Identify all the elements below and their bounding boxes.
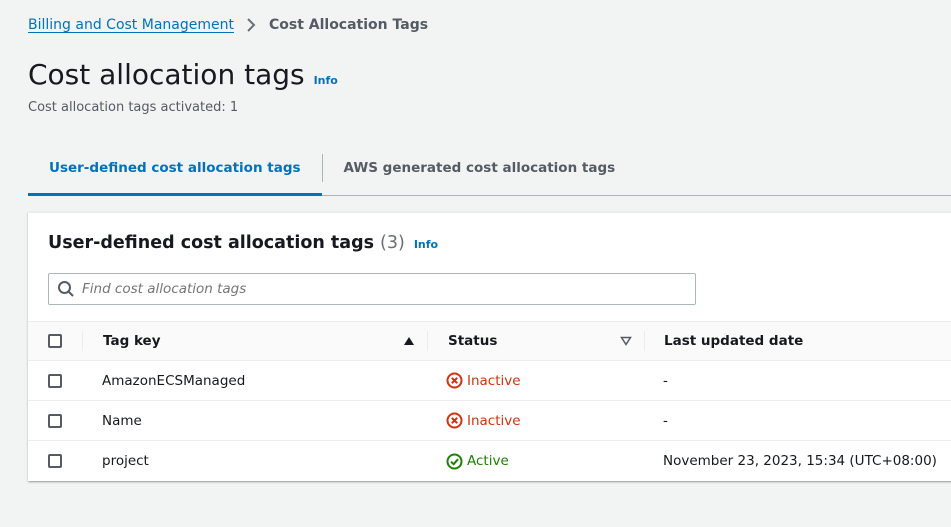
tag-key-cell: AmazonECSManaged: [102, 372, 246, 389]
error-circle-icon: [446, 372, 463, 389]
column-label-status: Status: [448, 333, 498, 349]
status-text: Active: [467, 453, 509, 469]
last-updated-cell: -: [663, 412, 668, 429]
row-select-cell: [28, 413, 82, 428]
panel-header: User-defined cost allocation tags (3) In…: [48, 233, 438, 253]
page-subtitle: Cost allocation tags activated: 1: [28, 100, 239, 115]
table-row: AmazonECSManaged Inactive -: [28, 361, 951, 401]
table-header: Tag key Status Last updated date: [28, 321, 951, 361]
chevron-right-icon: [247, 18, 256, 32]
column-label-last-updated: Last updated date: [664, 333, 804, 349]
status-cell: Inactive: [427, 372, 644, 389]
tag-key-cell: project: [102, 453, 149, 469]
select-all-checkbox[interactable]: [48, 334, 62, 348]
panel-info-link[interactable]: Info: [414, 238, 438, 251]
row-select-cell: [28, 454, 82, 468]
last-updated-cell: -: [663, 372, 668, 389]
row-checkbox[interactable]: [48, 454, 62, 468]
row-checkbox[interactable]: [48, 413, 62, 428]
search-icon: [58, 281, 74, 297]
last-updated-cell: November 23, 2023, 15:34 (UTC+08:00): [663, 453, 937, 469]
search-box: [48, 273, 696, 305]
error-circle-icon: [446, 412, 463, 429]
column-header-last-updated[interactable]: Last updated date: [645, 321, 803, 361]
page-info-link[interactable]: Info: [314, 74, 338, 87]
tags-panel: User-defined cost allocation tags (3) In…: [28, 212, 951, 481]
tag-key-cell: Name: [102, 412, 142, 429]
tab-bar: User-defined cost allocation tags AWS ge…: [28, 140, 951, 196]
sort-ascending-icon: [404, 337, 414, 345]
status-text: Inactive: [467, 372, 521, 389]
column-label-tag-key: Tag key: [103, 333, 161, 349]
select-all-cell: [28, 334, 82, 348]
breadcrumb-current: Cost Allocation Tags: [268, 17, 429, 33]
page-title: Cost allocation tags: [28, 58, 305, 91]
column-header-status[interactable]: Status: [428, 321, 644, 361]
breadcrumb: Billing and Cost Management Cost Allocat…: [28, 17, 428, 33]
panel-count: (3): [380, 233, 405, 253]
page-header: Cost allocation tags Info: [28, 58, 338, 91]
tags-table: Tag key Status Last updated date AmazonE…: [28, 321, 951, 481]
table-row: project Active November 23, 2023, 15:34 …: [28, 441, 951, 481]
column-header-tag-key[interactable]: Tag key: [83, 321, 427, 361]
tab-user-defined[interactable]: User-defined cost allocation tags: [28, 140, 322, 196]
status-cell: Active: [427, 453, 644, 470]
panel-title: User-defined cost allocation tags: [48, 233, 375, 253]
check-circle-icon: [446, 453, 463, 469]
table-row: Name Inactive -: [28, 401, 951, 441]
row-checkbox[interactable]: [48, 373, 62, 388]
search-input[interactable]: [82, 281, 672, 297]
tab-aws-generated[interactable]: AWS generated cost allocation tags: [323, 140, 636, 195]
sort-descending-icon: [620, 336, 632, 346]
breadcrumb-billing-link[interactable]: Billing and Cost Management: [28, 17, 234, 33]
status-cell: Inactive: [427, 412, 644, 429]
status-text: Inactive: [467, 412, 521, 429]
row-select-cell: [28, 373, 82, 388]
